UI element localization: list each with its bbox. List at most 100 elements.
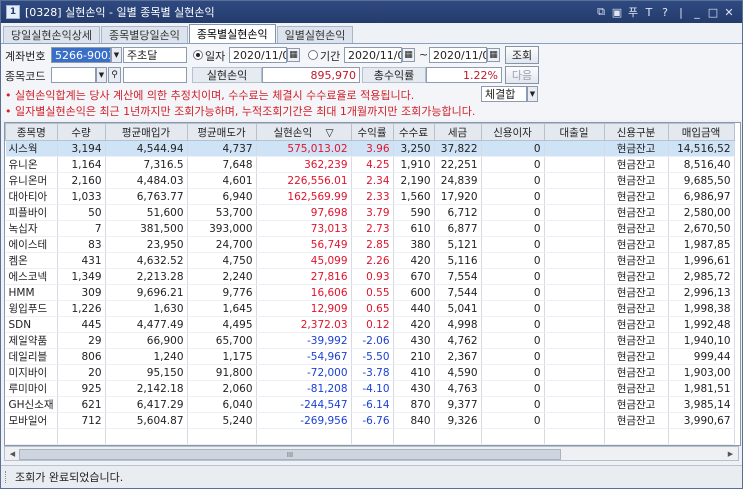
table-row[interactable]: 녹십자 7 381,500 393,000 73,013 2.73 610 6,877 0 현금잔…: [5, 220, 735, 237]
basis-dropdown-button[interactable]: ▼: [527, 86, 538, 102]
cell-quantity: 925: [57, 380, 106, 397]
cell-realized-pnl: 45,099: [256, 252, 352, 269]
cell-realized-pnl: 162,569.99: [256, 188, 352, 205]
account-dropdown-button[interactable]: ▼: [111, 47, 122, 63]
table-row[interactable]: 데일리블 806 1,240 1,175 -54,967 -5.50 210 2,367 0 현금…: [5, 348, 735, 365]
period-radio[interactable]: [308, 50, 318, 60]
table-row[interactable]: 시스웍 3,194 4,544.94 4,737 575,013.02 3.96 3,250…: [5, 140, 735, 157]
table-row[interactable]: 에이스테 83 23,950 24,700 56,749 2.85 380 5,121 0 현금잔…: [5, 236, 735, 253]
cell-credit-type: 현금잔고: [604, 188, 669, 205]
cell-avg-buy-price: 1,240: [105, 348, 188, 365]
tab-daily-realized-pnl[interactable]: 일별실현손익: [276, 26, 354, 43]
table-row[interactable]: SDN 445 4,477.49 4,495 2,372.03 0.12 420 4,998 0…: [5, 316, 735, 333]
table-row[interactable]: 대아티아 1,033 6,763.77 6,940 162,569.99 2.33 1,56…: [5, 188, 735, 205]
close-icon[interactable]: ✕: [722, 5, 736, 19]
calendar-icon[interactable]: ▦: [402, 48, 415, 62]
table-row[interactable]: 유니온머 2,160 4,484.03 4,601 226,556.01 2.34 2,19…: [5, 172, 735, 189]
col-credit-type[interactable]: 신용구분: [603, 123, 669, 141]
col-stock-name[interactable]: 종목명: [5, 123, 58, 141]
date-field[interactable]: 2020/11/04: [229, 47, 287, 63]
stock-code-field[interactable]: [51, 67, 96, 83]
table-row[interactable]: GH신소재 621 6,417.29 6,040 -244,547 -6.14 870 9,3…: [5, 396, 735, 413]
tab-stock-daily-pnl[interactable]: 종목별당일손익: [100, 26, 188, 43]
stock-code-dropdown-button[interactable]: ▼: [96, 67, 107, 83]
col-quantity[interactable]: 수량: [56, 123, 106, 141]
col-fee[interactable]: 수수료: [392, 123, 435, 141]
horizontal-scrollbar[interactable]: ◀ III ▶: [4, 446, 739, 461]
cell-return-rate: 2.73: [351, 220, 394, 237]
copy-window-icon[interactable]: ▣: [610, 5, 624, 19]
title-bar[interactable]: 1 [0328] 실현손익 - 일별 종목별 실현손익 ⧉ ▣ 푸 T ? | …: [1, 1, 742, 23]
tab-daily-realized-detail[interactable]: 당일실현손익상세: [3, 26, 100, 43]
cell-credit-type: 현금잔고: [604, 332, 669, 349]
cell-credit-interest: 0: [481, 188, 545, 205]
next-button[interactable]: 다음: [505, 66, 539, 84]
cell-realized-pnl: 16,606: [256, 284, 352, 301]
table-row[interactable]: 모바일어 712 5,604.87 5,240 -269,956 -6.76 840 9,32…: [5, 412, 735, 429]
scroll-left-icon[interactable]: ◀: [6, 448, 19, 459]
maximize-icon[interactable]: □: [706, 5, 720, 19]
calendar-icon[interactable]: ▦: [287, 48, 300, 62]
empty-cell: [481, 428, 545, 445]
cell-fee: 600: [393, 284, 435, 301]
cell-stock-name: 에이스테: [5, 236, 58, 253]
font-size-icon[interactable]: T: [642, 5, 656, 19]
cell-credit-interest: 0: [481, 140, 545, 157]
table-row[interactable]: 유니온 1,164 7,316.5 7,648 362,239 4.25 1,910 22,2…: [5, 156, 735, 173]
col-tax[interactable]: 세금: [433, 123, 482, 141]
cell-realized-pnl: 2,372.03: [256, 316, 352, 333]
table-row[interactable]: 루미마이 925 2,142.18 2,060 -81,208 -4.10 430 4,763…: [5, 380, 735, 397]
table-row[interactable]: 피플바이 50 51,600 53,700 97,698 3.79 590 6,712 0 현금잔…: [5, 204, 735, 221]
col-credit-interest[interactable]: 신용이자: [480, 123, 545, 141]
period-start-field[interactable]: 2020/11/04: [344, 47, 402, 63]
cell-realized-pnl: 97,698: [256, 204, 352, 221]
cell-avg-sell-price: 53,700: [187, 204, 257, 221]
period-end-field[interactable]: 2020/11/04: [429, 47, 487, 63]
cell-quantity: 1,226: [57, 300, 106, 317]
sort-desc-icon[interactable]: ▽: [325, 127, 333, 139]
cell-avg-sell-price: 1,175: [187, 348, 257, 365]
table-row[interactable]: HMM 309 9,696.21 9,776 16,606 0.55 600 7,544 0 현금…: [5, 284, 735, 301]
pin-icon[interactable]: 푸: [626, 5, 640, 19]
scroll-grip: III: [286, 450, 294, 459]
cell-loan-date: [544, 284, 605, 301]
scroll-thumb[interactable]: III: [19, 449, 561, 460]
col-loan-date[interactable]: 대출일: [543, 123, 605, 141]
basis-select[interactable]: 체결합: [481, 86, 527, 102]
table-row[interactable]: 에스코넥 1,349 2,213.28 2,240 27,816 0.93 670 7,554…: [5, 268, 735, 285]
col-return-rate[interactable]: 수익률: [350, 123, 394, 141]
col-purchase-amount[interactable]: 매입금액: [667, 123, 735, 141]
tab-stock-realized-pnl[interactable]: 종목별실현손익: [188, 24, 276, 43]
cell-avg-sell-price: 4,601: [187, 172, 257, 189]
col-avg-sell-price[interactable]: 평균매도가: [186, 123, 257, 141]
query-button[interactable]: 조회: [505, 46, 539, 64]
cell-return-rate: 0.55: [351, 284, 394, 301]
cell-loan-date: [544, 236, 605, 253]
cell-purchase-amount: 6,986,97: [668, 188, 735, 205]
calendar-icon[interactable]: ▦: [487, 48, 500, 62]
table-row[interactable]: 미지바이 20 95,150 91,800 -72,000 -3.78 410 4,590 0 현…: [5, 364, 735, 381]
table-row[interactable]: 제일약품 29 66,900 65,700 -39,992 -2.06 430 4,762 0 현…: [5, 332, 735, 349]
table-row[interactable]: 켐온 431 4,632.52 4,750 45,099 2.26 420 5,116 0 현금잔…: [5, 252, 735, 269]
cell-stock-name: 유니온머: [5, 172, 58, 189]
scroll-right-icon[interactable]: ▶: [724, 448, 737, 459]
col-avg-buy-price[interactable]: 평균매입가: [104, 123, 188, 141]
cell-fee: 210: [393, 348, 435, 365]
cell-tax: 6,712: [434, 204, 482, 221]
cell-stock-name: GH신소재: [5, 396, 58, 413]
help-icon[interactable]: ?: [658, 5, 672, 19]
empty-cell: [105, 428, 188, 445]
col-realized-pnl[interactable]: 실현손익 ▽: [255, 123, 352, 141]
status-bar: 조회가 완료되었습니다.: [1, 465, 742, 488]
date-radio[interactable]: [193, 50, 203, 60]
cell-fee: 420: [393, 252, 435, 269]
table-row[interactable]: 윙입푸드 1,226 1,630 1,645 12,909 0.65 440 5,041 0 현금…: [5, 300, 735, 317]
cell-credit-type: 현금잔고: [604, 364, 669, 381]
stock-search-button[interactable]: ⚲: [108, 67, 121, 83]
minimize-icon[interactable]: _: [690, 5, 704, 19]
account-number-field[interactable]: 5266-9003: [51, 47, 111, 63]
link-window-icon[interactable]: ⧉: [594, 5, 608, 19]
cell-purchase-amount: 1,981,51: [668, 380, 735, 397]
title-separator: |: [679, 5, 683, 19]
cell-avg-sell-price: 5,240: [187, 412, 257, 429]
